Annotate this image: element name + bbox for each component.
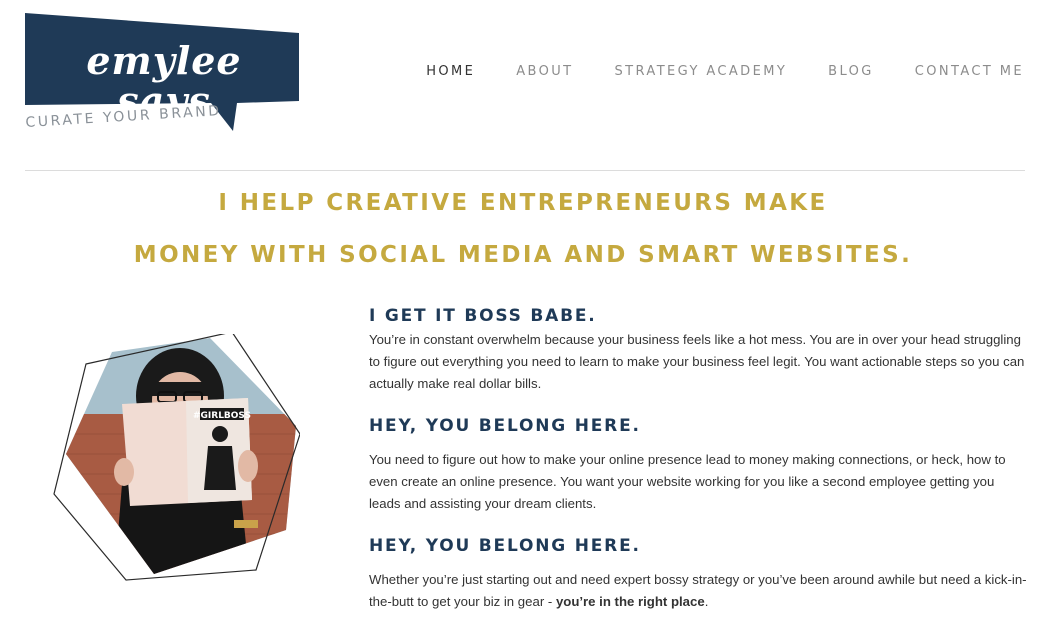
- section-text-belong-here-2: Whether you’re just starting out and nee…: [369, 569, 1029, 613]
- nav-about[interactable]: ABOUT: [516, 64, 573, 79]
- section-title-belong-here-1: HEY, YOU BELONG HERE.: [369, 416, 641, 436]
- nav-strategy-academy[interactable]: STRATEGY ACADEMY: [615, 64, 788, 79]
- text-after: .: [704, 594, 709, 609]
- nav-blog[interactable]: BLOG: [828, 64, 874, 79]
- header-divider: [25, 170, 1025, 171]
- hexagon-portrait-photo: #GIRLBOSS: [50, 331, 301, 584]
- intro-content: I GET IT BOSS BABE. You’re in constant o…: [369, 303, 1029, 613]
- main-nav: HOME ABOUT STRATEGY ACADEMY BLOG CONTACT…: [385, 64, 1024, 79]
- hero-headline-line2: MONEY WITH SOCIAL MEDIA AND SMART WEBSIT…: [133, 242, 913, 268]
- section-title-belong-here-2: HEY, YOU BELONG HERE.: [369, 536, 641, 556]
- book-title: #GIRLBOSS: [193, 411, 251, 421]
- nav-home[interactable]: HOME: [426, 64, 475, 79]
- section-text-belong-here-1: You need to figure out how to make your …: [369, 452, 1006, 511]
- hero-headline-line1: I HELP CREATIVE ENTREPRENEURS MAKE: [218, 190, 828, 216]
- nav-contact-me[interactable]: CONTACT ME: [915, 64, 1024, 79]
- site-logo[interactable]: emylee says CURATE YOUR BRAND: [25, 13, 301, 135]
- section-title-boss-babe: I GET IT BOSS BABE.: [369, 306, 597, 326]
- section-text-boss-babe: You’re in constant overwhelm because you…: [369, 332, 1025, 391]
- text-bold: you’re in the right place: [555, 594, 705, 609]
